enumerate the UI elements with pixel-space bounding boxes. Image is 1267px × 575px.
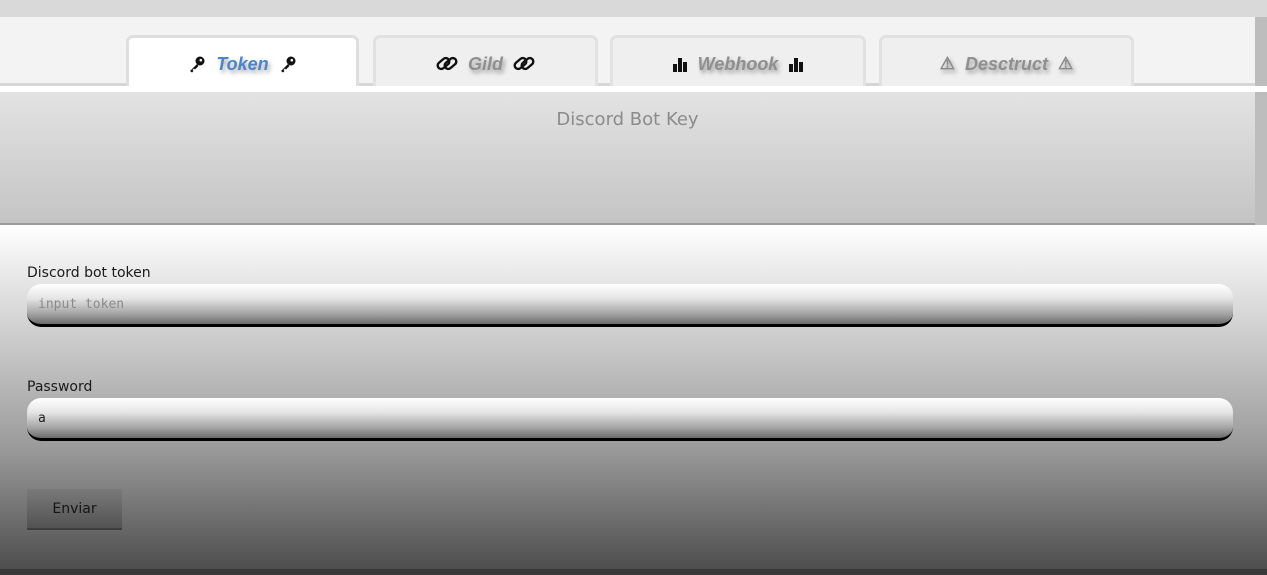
- token-field-label: Discord bot token: [27, 265, 151, 281]
- tab-gild[interactable]: Gild: [373, 35, 598, 93]
- scrollbar-thumb[interactable]: [1255, 17, 1267, 225]
- submit-button[interactable]: Enviar: [27, 489, 122, 530]
- tab-label: Desctruct: [964, 53, 1049, 74]
- tab-label: Webhook: [697, 53, 779, 74]
- key-icon: [279, 55, 297, 73]
- password-input[interactable]: [27, 398, 1233, 441]
- warning-icon: ⚠: [1058, 54, 1074, 73]
- tab-bar: Token Gild Webhook ⚠ Desctruct ⚠: [0, 17, 1255, 93]
- form-panel: [0, 225, 1267, 569]
- bar-chart-icon: [672, 56, 688, 72]
- tab-label: Gild: [468, 53, 503, 74]
- password-field-label: Password: [27, 379, 93, 395]
- tab-webhook[interactable]: Webhook: [610, 35, 866, 93]
- top-strip: [0, 0, 1267, 17]
- page-title: Discord Bot Key: [556, 109, 699, 130]
- token-input[interactable]: [27, 284, 1233, 327]
- tab-token[interactable]: Token: [126, 35, 359, 93]
- warning-icon: ⚠: [939, 54, 955, 73]
- header: Discord Bot Key: [0, 92, 1255, 225]
- tab-label: Token: [216, 53, 269, 74]
- key-icon: [188, 55, 206, 73]
- footer-divider: [0, 569, 1267, 575]
- tab-desctruct[interactable]: ⚠ Desctruct ⚠: [879, 35, 1134, 93]
- link-icon: [436, 54, 458, 74]
- link-icon: [513, 54, 535, 74]
- bar-chart-icon: [788, 56, 804, 72]
